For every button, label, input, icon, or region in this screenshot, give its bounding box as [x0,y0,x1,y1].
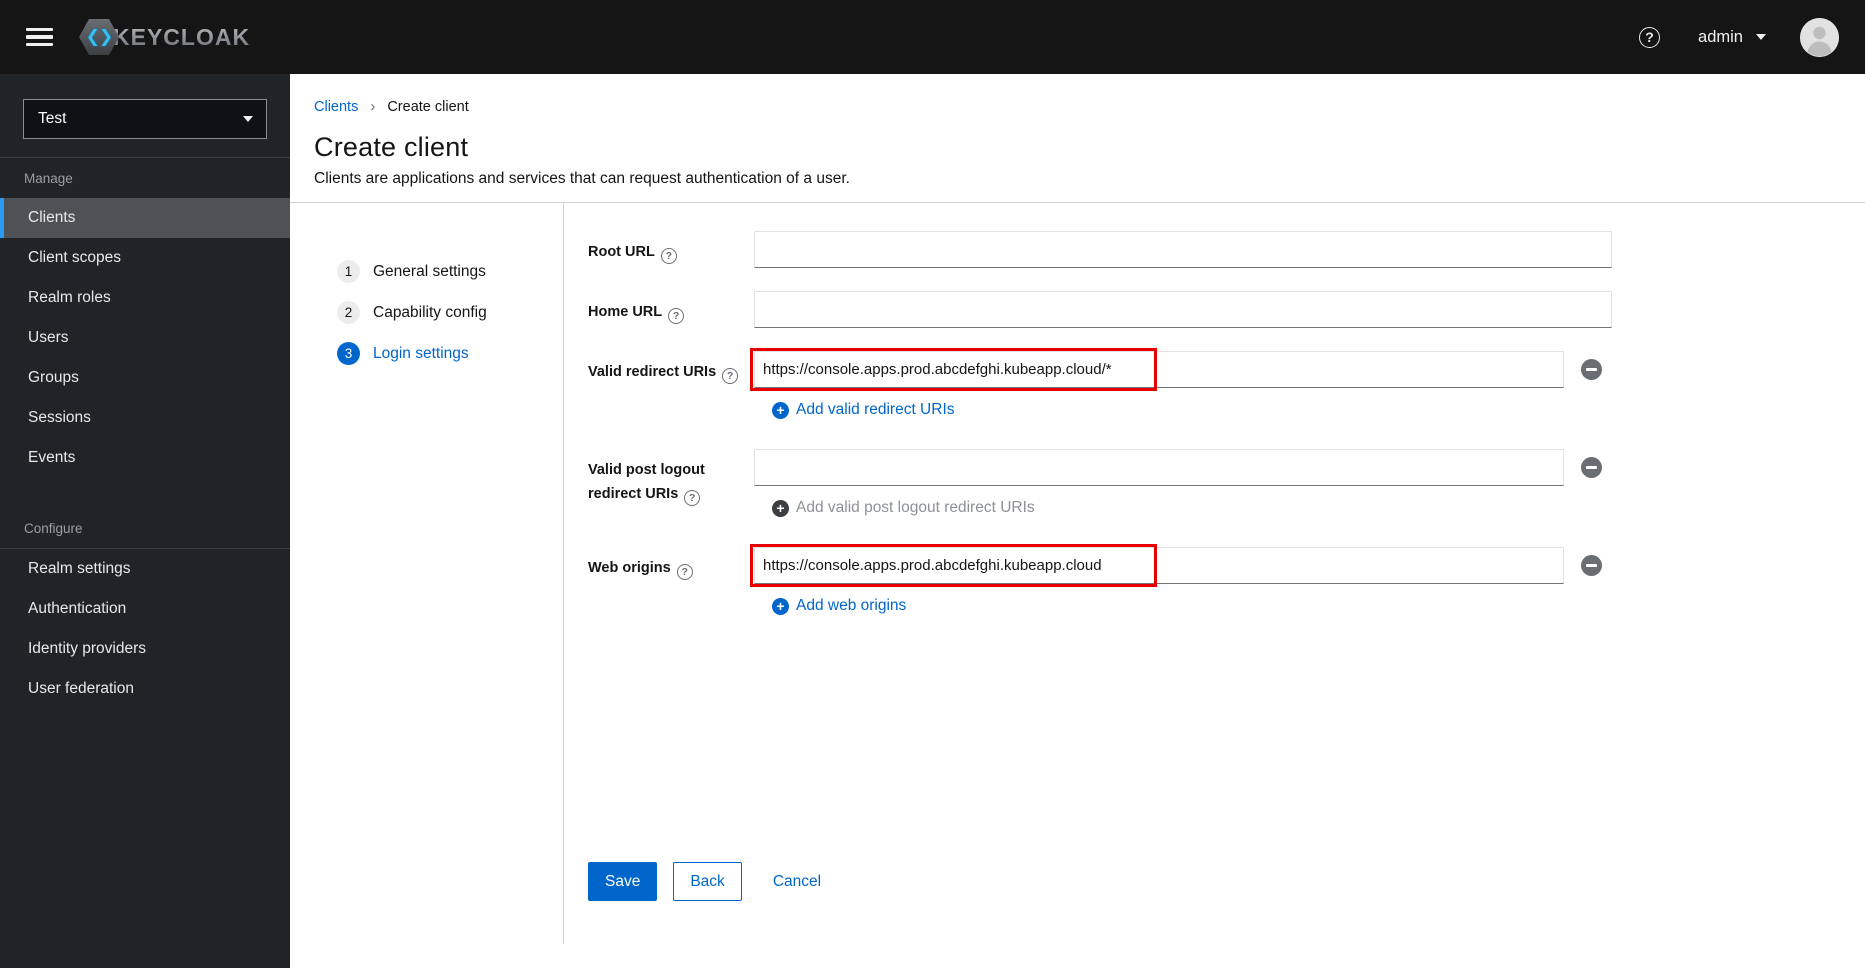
root-url-input[interactable] [754,231,1612,268]
realm-select-value: Test [38,110,67,127]
add-valid-redirect-uris-button[interactable]: + Add valid redirect URIs [772,401,955,419]
step-number: 3 [337,342,360,365]
add-valid-redirect-uris-label: Add valid redirect URIs [796,401,955,418]
step-number: 2 [337,301,360,324]
valid-redirect-uris-label: Valid redirect URIs [588,364,717,380]
breadcrumb-link-clients[interactable]: Clients [314,99,358,115]
page-subtitle: Clients are applications and services th… [314,170,850,187]
valid-post-logout-redirect-uris-input[interactable] [754,449,1564,486]
hamburger-menu-icon[interactable] [26,27,53,47]
help-icon[interactable]: ? [676,564,693,580]
cancel-button[interactable]: Cancel [773,862,821,901]
main-content: Clients › Create client Create client Cl… [290,74,1865,968]
sidebar-item-events[interactable]: Events [0,438,290,478]
remove-post-logout-uri-icon[interactable] [1581,457,1602,478]
plus-icon: + [772,499,789,517]
plus-icon: + [772,401,789,419]
root-url-label: Root URL [588,244,655,260]
home-url-label: Home URL [588,304,663,320]
remove-redirect-uri-icon[interactable] [1581,359,1602,380]
step-label: Login settings [373,344,469,362]
web-origins-label: Web origins [588,560,671,576]
user-menu-dropdown[interactable]: admin [1698,28,1766,47]
manage-nav: Clients Client scopes Realm roles Users … [0,198,290,478]
page-title: Create client [314,132,469,162]
keycloak-logo: ❮❯ KEYCLOAK [79,19,250,55]
step-number: 1 [337,260,360,283]
wizard-step-capability-config[interactable]: 2 Capability config [337,301,487,324]
save-button[interactable]: Save [588,862,658,901]
help-icon[interactable]: ? [1639,26,1661,48]
sidebar-item-identity-providers[interactable]: Identity providers [0,629,290,669]
add-valid-post-logout-redirect-uris-label: Add valid post logout redirect URIs [796,499,1035,516]
add-web-origins-button[interactable]: + Add web origins [772,597,906,615]
nav-section-manage: Manage [24,170,73,186]
avatar[interactable] [1800,17,1839,57]
login-settings-form: Root URL? Home URL? Valid redirect URIs … [564,203,1612,944]
sidebar-item-users[interactable]: Users [0,318,290,358]
step-label: General settings [373,262,486,280]
home-url-input[interactable] [754,291,1612,328]
web-origins-input[interactable] [754,547,1564,584]
chevron-down-icon [1756,34,1766,40]
wizard-step-login-settings[interactable]: 3 Login settings [337,342,469,365]
sidebar-item-realm-roles[interactable]: Realm roles [0,278,290,318]
help-icon[interactable]: ? [722,368,739,384]
form-actions: Save Back Cancel [588,862,1612,901]
masthead: ❮❯ KEYCLOAK ? admin [0,0,1865,74]
sidebar-item-sessions[interactable]: Sessions [0,398,290,438]
avatar-icon [1800,17,1839,57]
breadcrumb-current: Create client [387,98,469,115]
sidebar-item-clients[interactable]: Clients [0,198,290,238]
step-label: Capability config [373,303,487,321]
realm-select[interactable]: Test [23,99,267,139]
remove-web-origin-icon[interactable] [1581,555,1602,576]
help-icon[interactable]: ? [684,489,701,506]
user-name: admin [1698,27,1743,46]
help-icon[interactable]: ? [660,248,677,264]
breadcrumb-separator-icon: › [370,98,376,115]
sidebar: Test Manage Clients Client scopes Realm … [0,74,290,968]
sidebar-item-client-scopes[interactable]: Client scopes [0,238,290,278]
add-valid-post-logout-redirect-uris-button[interactable]: + Add valid post logout redirect URIs [772,499,1035,517]
plus-icon: + [772,597,789,615]
sidebar-item-realm-settings[interactable]: Realm settings [0,549,290,589]
sidebar-item-authentication[interactable]: Authentication [0,589,290,629]
keycloak-logo-text: KEYCLOAK [113,23,251,50]
sidebar-item-user-federation[interactable]: User federation [0,669,290,709]
add-web-origins-label: Add web origins [796,597,907,614]
wizard-step-general-settings[interactable]: 1 General settings [337,260,486,283]
breadcrumb: Clients › Create client [314,98,1835,115]
help-icon[interactable]: ? [668,308,685,324]
nav-section-configure: Configure [24,520,83,536]
valid-redirect-uris-input[interactable] [754,351,1564,388]
back-button[interactable]: Back [673,862,742,901]
wizard-nav: 1 General settings 2 Capability config 3… [290,203,564,944]
chevron-down-icon [243,116,253,122]
configure-nav: Realm settings Authentication Identity p… [0,549,290,709]
sidebar-item-groups[interactable]: Groups [0,358,290,398]
